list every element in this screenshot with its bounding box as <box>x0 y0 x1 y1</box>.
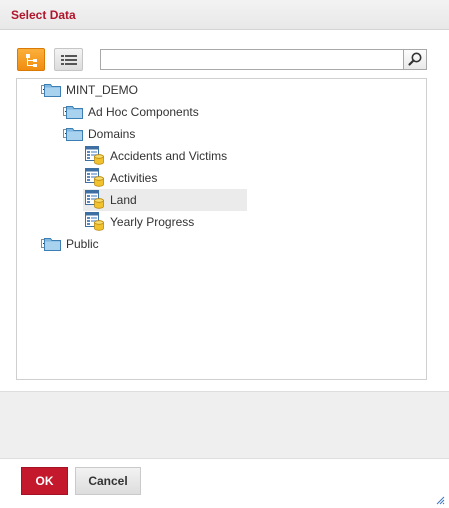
cancel-button[interactable]: Cancel <box>75 467 141 495</box>
tree-node-domain[interactable]: Accidents and Victims <box>83 145 405 167</box>
ok-button[interactable]: OK <box>21 467 68 495</box>
tree-node-label: Land <box>110 193 137 207</box>
folder-icon <box>44 82 61 97</box>
domain-icon <box>85 212 105 232</box>
tree-node-folder[interactable]: MINT_DEMO <box>39 79 405 101</box>
dialog-title-bar[interactable]: Select Data <box>0 0 449 30</box>
tree-node-label: Domains <box>88 127 136 141</box>
list-view-icon <box>61 55 77 65</box>
tree-node-folder[interactable]: Ad Hoc Components <box>61 101 405 123</box>
domain-icon <box>85 146 105 166</box>
folder-icon <box>66 104 83 119</box>
data-tree-panel[interactable]: MINT_DEMO Ad Hoc Components Domains Acciden… <box>16 78 427 380</box>
search-input[interactable] <box>100 49 403 70</box>
folder-icon <box>44 236 61 251</box>
tree-node-label: MINT_DEMO <box>66 83 138 97</box>
folder-icon <box>66 126 83 141</box>
resize-grip-icon[interactable] <box>435 495 445 505</box>
select-data-dialog: Select Data MINT_DEMO Ad Hoc Components … <box>0 0 449 508</box>
tree-node-label: Accidents and Victims <box>110 149 228 163</box>
dialog-title: Select Data <box>11 8 76 22</box>
search-button[interactable] <box>403 49 427 70</box>
tree-node-label: Ad Hoc Components <box>88 105 199 119</box>
dialog-footer-band <box>0 391 449 459</box>
tree-view-button[interactable] <box>17 48 45 71</box>
tree-node-label: Public <box>66 237 99 251</box>
list-view-button[interactable] <box>54 48 83 71</box>
domain-icon <box>85 190 105 210</box>
tree-node-folder[interactable]: Domains <box>61 123 405 145</box>
tree-node-label: Yearly Progress <box>110 215 195 229</box>
tree-node-domain[interactable]: Yearly Progress <box>83 211 405 233</box>
magnifier-icon <box>408 52 422 66</box>
tree-node-domain[interactable]: Land <box>83 189 247 211</box>
tree-node-label: Activities <box>110 171 158 185</box>
tree-node-folder[interactable]: Public <box>39 233 405 255</box>
tree-node-domain[interactable]: Activities <box>83 167 405 189</box>
domain-icon <box>85 168 105 188</box>
tree-view-icon <box>26 54 37 67</box>
